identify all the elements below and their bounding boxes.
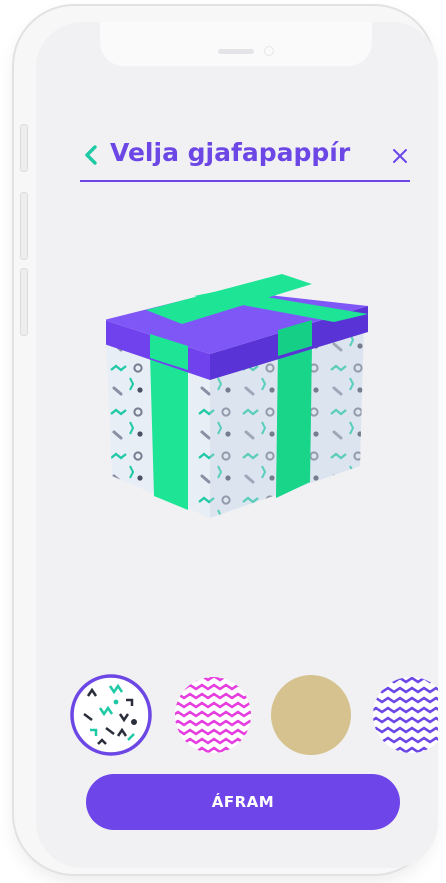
gift-preview: [104, 270, 368, 520]
confetti-pattern-icon: [70, 674, 152, 756]
swatch-gold-solid[interactable]: [270, 674, 352, 756]
side-button-volume-up: [20, 192, 28, 260]
gift-box-3d: [104, 274, 368, 518]
swatch-confetti[interactable]: [70, 674, 152, 756]
side-button-volume-down: [20, 268, 28, 336]
back-button[interactable]: [80, 140, 104, 170]
chevron-left-icon: [85, 145, 97, 165]
page-title: Velja gjafapappír: [110, 138, 351, 167]
gold-solid-pattern-icon: [271, 675, 351, 755]
app-screen: Velja gjafapappír ÁFRAM: [36, 22, 438, 868]
close-button[interactable]: [390, 146, 410, 166]
speaker: [218, 49, 254, 54]
purple-zigzag-pattern-icon: [373, 677, 438, 753]
side-button-mute: [20, 124, 28, 172]
camera-icon: [264, 46, 274, 56]
header: Velja gjafapappír: [80, 130, 410, 182]
wrap-swatch-list: [70, 670, 438, 760]
swatch-pink-zigzag[interactable]: [172, 674, 254, 756]
notch: [100, 22, 372, 66]
continue-button[interactable]: ÁFRAM: [86, 774, 400, 830]
close-icon: [393, 149, 407, 163]
swatch-purple-zigzag[interactable]: [370, 674, 438, 756]
phone-frame: Velja gjafapappír ÁFRAM: [14, 6, 438, 874]
pink-zigzag-pattern-icon: [175, 677, 251, 753]
